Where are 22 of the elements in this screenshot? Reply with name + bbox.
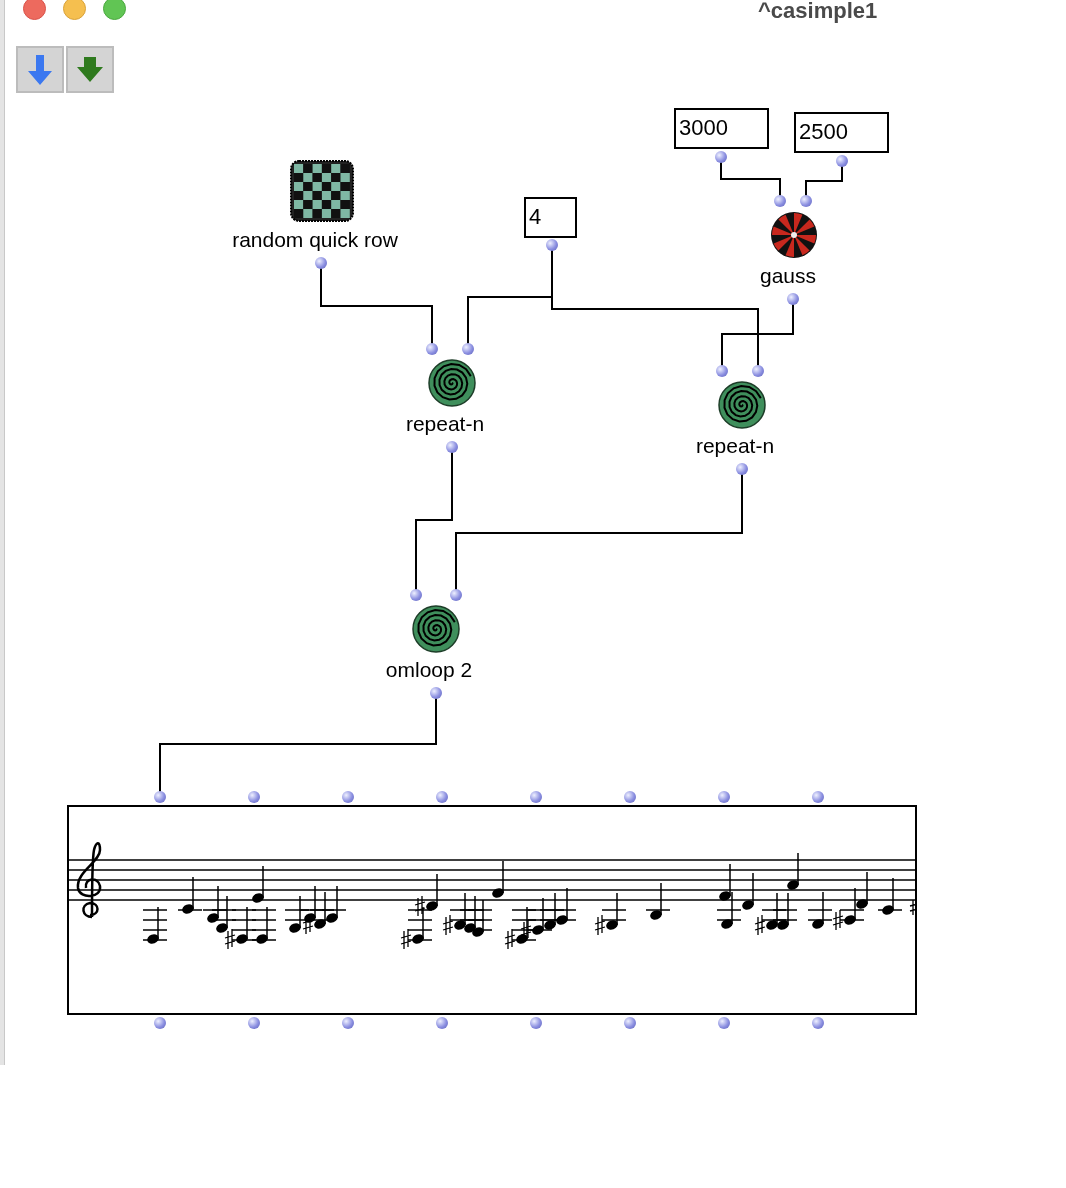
spiral-icon[interactable] xyxy=(412,605,460,653)
minimize-button[interactable] xyxy=(63,0,86,20)
number-box[interactable]: 2500 xyxy=(794,112,889,153)
number-box[interactable]: 3000 xyxy=(674,108,769,149)
arrow-down-icon xyxy=(26,52,54,87)
grid-icon[interactable] xyxy=(290,160,354,222)
spiral-icon[interactable] xyxy=(718,381,766,429)
connection-line xyxy=(805,165,843,197)
box-label: random quick row xyxy=(232,229,398,250)
box-label: omloop 2 xyxy=(385,659,473,680)
window-title: ^casimple1 xyxy=(758,0,878,22)
box-label: repeat-n xyxy=(405,413,485,434)
box-label: gauss xyxy=(760,265,816,286)
box-label: repeat-n xyxy=(695,435,775,456)
connection-line xyxy=(720,161,781,197)
number-box[interactable]: 4 xyxy=(524,197,577,238)
wheel-icon[interactable] xyxy=(770,211,818,259)
download-button[interactable] xyxy=(66,46,114,93)
close-button[interactable] xyxy=(23,0,46,20)
zoom-button[interactable] xyxy=(103,0,126,20)
spiral-icon[interactable] xyxy=(428,359,476,407)
download-button[interactable] xyxy=(16,46,64,93)
